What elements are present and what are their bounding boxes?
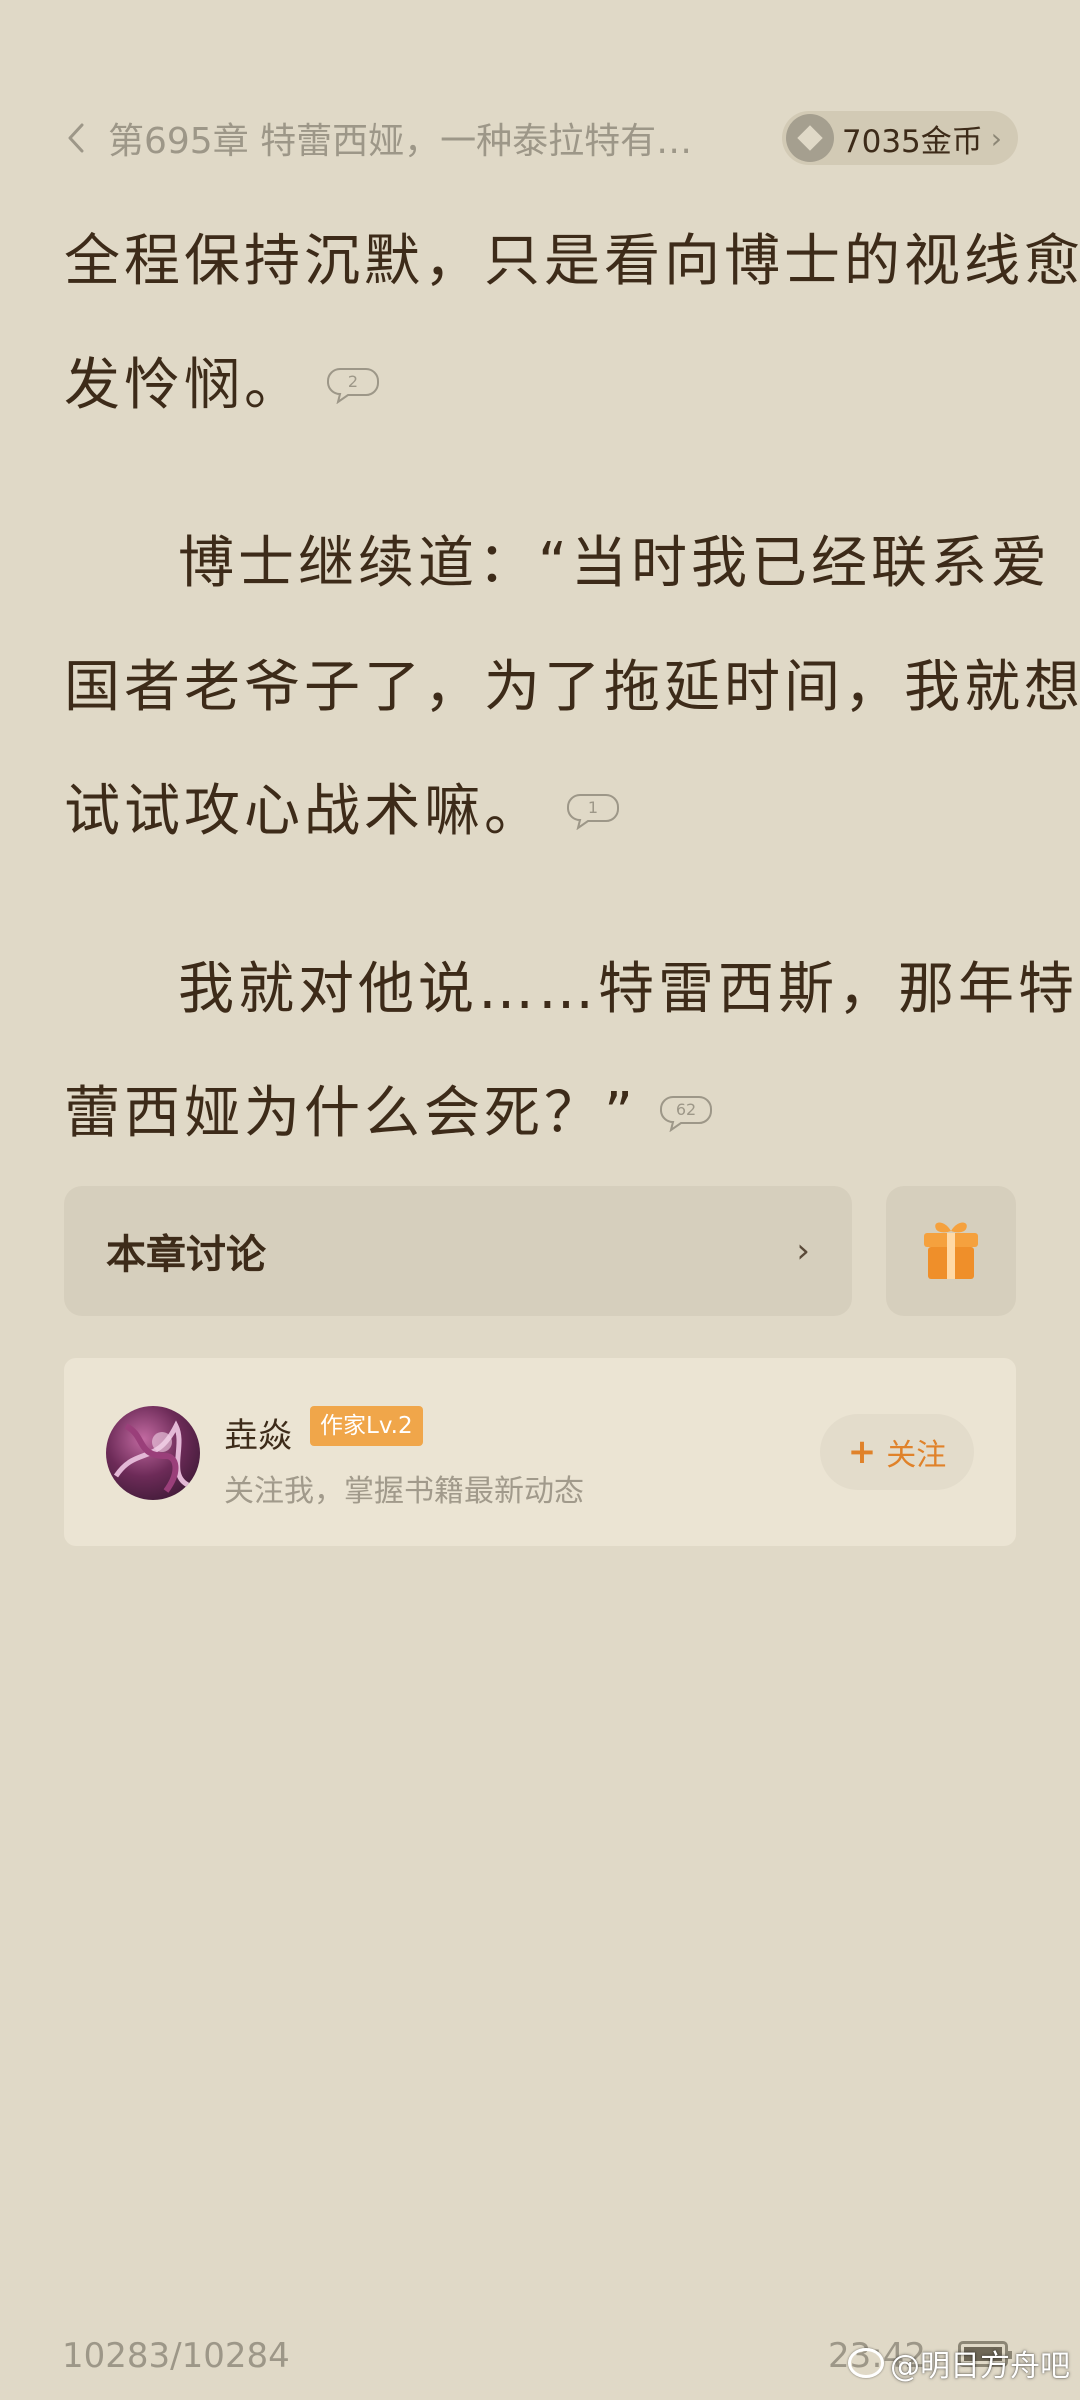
back-chevron-icon[interactable] bbox=[62, 118, 90, 158]
chevron-right-icon: › bbox=[990, 121, 1002, 155]
plus-icon: + bbox=[847, 1432, 877, 1472]
header-left[interactable]: 第695章 特蕾西娅，一种泰拉特有… bbox=[62, 112, 692, 164]
coins-balance-button[interactable]: 7035金币 › bbox=[781, 111, 1018, 165]
watermark: @明日方舟吧 bbox=[848, 2340, 1070, 2386]
paragraph-comment-button[interactable]: 1 bbox=[566, 792, 620, 830]
chapter-text: 全程保持沉默，只是看向博士的视线愈 发怜悯。 2 博士继续道：“当时我已经联系爱 … bbox=[64, 200, 1080, 1176]
page-progress: 10283/10284 bbox=[62, 2336, 290, 2376]
comment-count: 2 bbox=[347, 371, 359, 391]
discussion-label: 本章讨论 bbox=[106, 1232, 266, 1278]
text-line: 发怜悯。 2 bbox=[64, 324, 1016, 448]
author-level-badge: 作家Lv.2 bbox=[310, 1406, 423, 1446]
comment-count: 62 bbox=[675, 1099, 697, 1119]
text-line: 全程保持沉默，只是看向博士的视线愈 bbox=[64, 229, 1080, 294]
author-name[interactable]: 垚焱 bbox=[224, 1408, 292, 1457]
chapter-title[interactable]: 第695章 特蕾西娅，一种泰拉特有… bbox=[108, 112, 692, 164]
watermark-text: @明日方舟吧 bbox=[890, 2349, 1070, 2384]
text-line: 国者老爷子了，为了拖延时间，我就想 bbox=[64, 655, 1080, 720]
text-line: 博士继续道：“当时我已经联系爱 bbox=[178, 531, 1052, 596]
chapter-discussion-button[interactable]: 本章讨论 › bbox=[64, 1186, 852, 1316]
comment-count: 1 bbox=[587, 797, 599, 817]
chevron-right-icon: › bbox=[796, 1231, 810, 1271]
coins-label: 7035金币 bbox=[841, 123, 983, 160]
gift-button[interactable] bbox=[886, 1186, 1016, 1316]
coin-icon bbox=[785, 114, 834, 162]
text-line: 试试攻心战术嘛。 1 bbox=[64, 750, 1016, 874]
text-line: 我就对他说……特雷西斯，那年特 bbox=[178, 957, 1078, 1022]
text-line: 蕾西娅为什么会死？” 62 bbox=[64, 1052, 1016, 1176]
reader-header: 第695章 特蕾西娅，一种泰拉特有… 7035金币 › bbox=[62, 108, 1018, 168]
author-card: 垚焱 作家Lv.2 关注我，掌握书籍最新动态 + 关注 bbox=[64, 1358, 1016, 1546]
follow-button[interactable]: + 关注 bbox=[820, 1414, 974, 1490]
author-subtitle: 关注我，掌握书籍最新动态 bbox=[224, 1474, 584, 1509]
author-avatar[interactable] bbox=[106, 1406, 200, 1500]
paragraph-comment-button[interactable]: 62 bbox=[659, 1094, 713, 1132]
gift-icon bbox=[920, 1217, 982, 1285]
paragraph-comment-button[interactable]: 2 bbox=[326, 366, 380, 404]
follow-label: 关注 bbox=[886, 1438, 947, 1473]
weibo-icon bbox=[848, 2348, 884, 2378]
